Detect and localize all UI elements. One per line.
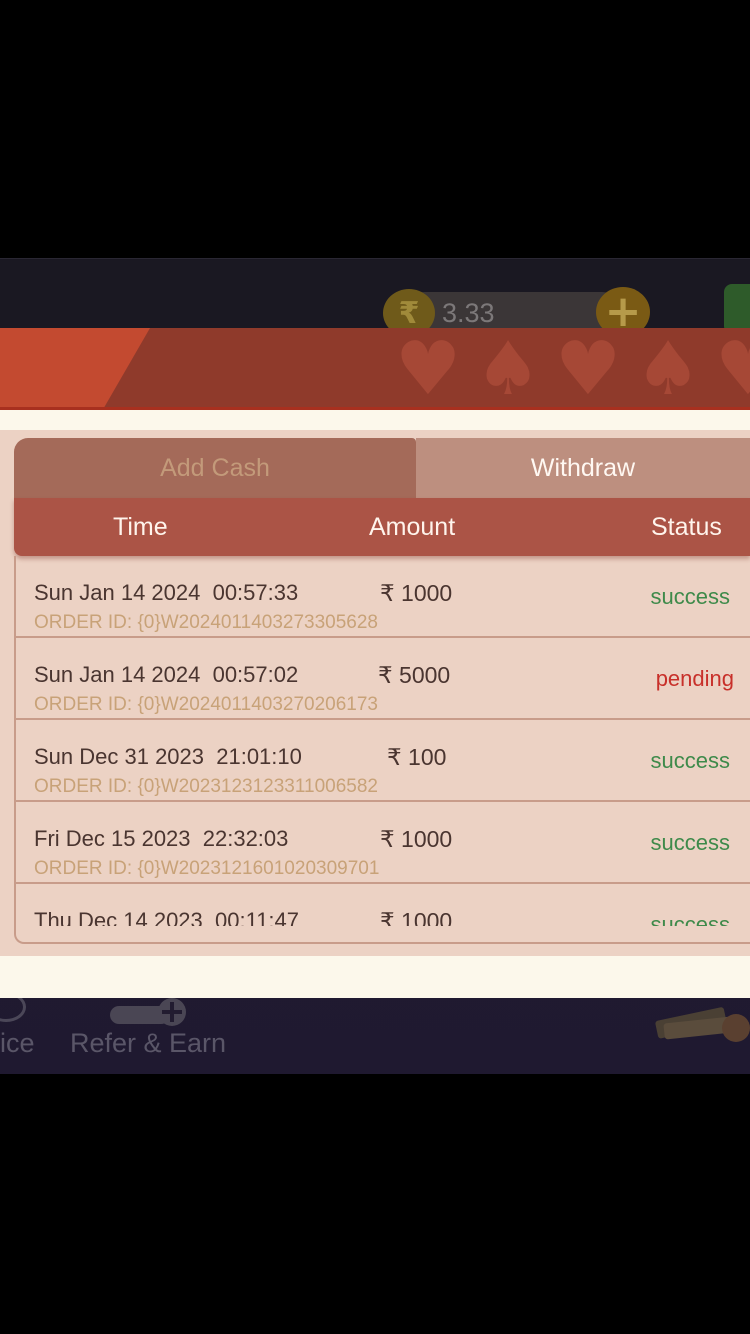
table-row: Sun Jan 14 2024 00:57:02 ORDER ID: {0}W2…: [16, 638, 750, 720]
row-order-id: ORDER ID: {0}W2023121601020309701: [34, 858, 380, 879]
heart-suit-icon: ♥: [554, 328, 622, 410]
row-time: Thu Dec 14 2023 00:11:47: [34, 908, 300, 926]
header-accent: [0, 328, 150, 407]
modal-header: ♥ ♠ ♥ ♠ ♥: [0, 328, 750, 410]
row-amount: ₹ 1000: [380, 908, 453, 926]
balance-value: 3.33: [442, 298, 495, 328]
panel-bottom-edge: [14, 926, 750, 944]
heart-suit-icon: ♥: [710, 332, 750, 406]
tab-add-cash[interactable]: Add Cash: [14, 438, 416, 498]
refer-icon[interactable]: [110, 998, 190, 1026]
suit-decoration: ♥ ♠ ♥ ♠ ♥: [390, 328, 750, 410]
green-button[interactable]: [724, 284, 750, 334]
row-status: pending: [655, 666, 734, 691]
row-status: success: [650, 748, 730, 773]
column-status: Status: [651, 513, 722, 541]
spade-suit-icon: ♠: [474, 328, 542, 410]
row-amount: ₹ 5000: [378, 662, 451, 688]
table-header: Time Amount Status: [14, 498, 750, 556]
row-status: success: [650, 584, 730, 609]
table-row: Thu Dec 14 2023 00:11:47 ₹ 1000 success: [16, 884, 750, 926]
row-time: Sun Dec 31 2023 21:01:10: [34, 744, 302, 769]
spade-suit-icon: ♠: [634, 328, 702, 410]
row-amount: ₹ 1000: [380, 580, 453, 606]
table-row: Sun Jan 14 2024 00:57:33 ORDER ID: {0}W2…: [16, 556, 750, 638]
row-status: success: [650, 830, 730, 855]
nav-service-label[interactable]: ice: [0, 1028, 35, 1059]
column-time: Time: [113, 513, 168, 541]
transaction-list[interactable]: Sun Jan 14 2024 00:57:33 ORDER ID: {0}W2…: [14, 556, 750, 926]
column-amount: Amount: [369, 513, 456, 541]
row-order-id: ORDER ID: {0}W2024011403273305628: [34, 612, 379, 633]
tab-withdraw[interactable]: Withdraw: [416, 438, 750, 498]
tab-bar: Add Cash Withdraw: [14, 438, 750, 498]
table-row: Sun Dec 31 2023 21:01:10 ORDER ID: {0}W2…: [16, 720, 750, 802]
row-amount: ₹ 1000: [380, 826, 453, 852]
row-time: Fri Dec 15 2023 22:32:03: [34, 826, 289, 851]
row-time: Sun Jan 14 2024 00:57:02: [34, 662, 299, 687]
row-status: success: [650, 912, 730, 926]
heart-suit-icon: ♥: [394, 328, 462, 410]
row-order-id: ORDER ID: {0}W2024011403270206173: [34, 694, 379, 715]
nav-refer-label[interactable]: Refer & Earn: [70, 1028, 226, 1059]
row-amount: ₹ 100: [387, 744, 447, 770]
table-row: Fri Dec 15 2023 22:32:03 ORDER ID: {0}W2…: [16, 802, 750, 884]
money-icon: [655, 1007, 750, 1042]
row-time: Sun Jan 14 2024 00:57:33: [34, 580, 299, 605]
row-order-id: ORDER ID: {0}W2023123123311006582: [34, 776, 379, 797]
